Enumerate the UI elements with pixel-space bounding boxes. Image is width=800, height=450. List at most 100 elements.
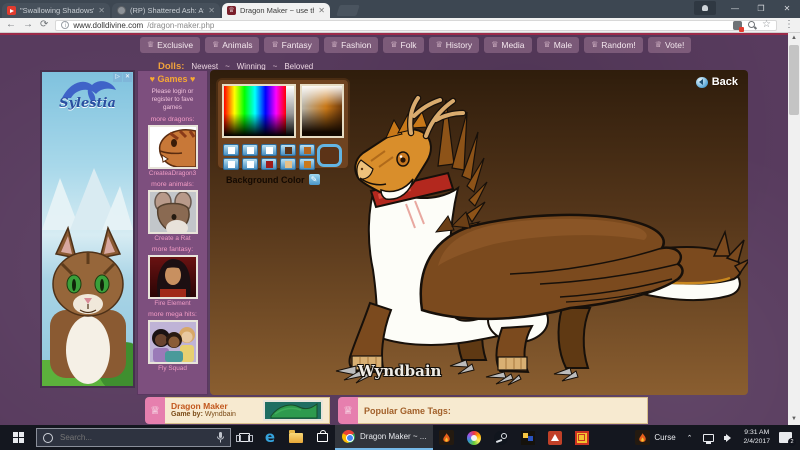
- swatch[interactable]: [299, 144, 315, 156]
- thumb-fire-element[interactable]: [148, 255, 198, 299]
- zoom-icon[interactable]: [748, 21, 756, 29]
- current-color-button[interactable]: [317, 144, 342, 167]
- swatch[interactable]: [242, 158, 258, 170]
- tab-dragon-maker[interactable]: ♕ Dragon Maker ~ use thi… ✕: [222, 3, 330, 18]
- steam-button[interactable]: [487, 425, 514, 450]
- speaker-icon[interactable]: [724, 433, 734, 443]
- pixel-game-button[interactable]: [514, 425, 541, 450]
- nav-item-random[interactable]: ♕Random!: [584, 37, 643, 53]
- search-input[interactable]: [58, 432, 212, 443]
- swatch[interactable]: [242, 144, 258, 156]
- minimize-button[interactable]: —: [722, 0, 748, 16]
- nav-item-fashion[interactable]: ♕Fashion: [324, 37, 378, 53]
- thumb-create-a-rat[interactable]: [148, 190, 198, 234]
- swatch[interactable]: [261, 144, 277, 156]
- chrome-active-task[interactable]: Dragon Maker ~ ...: [335, 425, 433, 450]
- restore-button[interactable]: ❐: [748, 0, 774, 16]
- page-scrollbar[interactable]: ▲ ▼: [788, 33, 800, 425]
- edit-color-icon[interactable]: ✎: [309, 174, 320, 185]
- swatch[interactable]: [223, 158, 239, 170]
- swatch[interactable]: [223, 144, 239, 156]
- edge-button[interactable]: e: [257, 425, 283, 450]
- task-view-button[interactable]: [231, 425, 257, 450]
- caption-fire-element[interactable]: Fire Element: [138, 300, 207, 307]
- address-bar[interactable]: i www.dolldivine.com /dragon-maker.php ☆: [55, 20, 777, 31]
- nav-item-exclusive[interactable]: ♕Exclusive: [140, 37, 200, 53]
- profile-avatar-button[interactable]: [694, 1, 716, 15]
- microphone-icon[interactable]: [217, 432, 224, 443]
- nav-item-animals[interactable]: ♕Animals: [205, 37, 259, 53]
- game-by-value[interactable]: Wyndbain: [205, 411, 236, 418]
- start-button[interactable]: [0, 425, 36, 450]
- lightness-strip[interactable]: [286, 86, 294, 136]
- caption-createadragon3[interactable]: CreateaDragon3: [138, 170, 207, 177]
- tab-title: "Swallowing Shadows" H…: [20, 6, 94, 15]
- sylestia-ad[interactable]: Sylestia: [40, 70, 135, 388]
- tab-forum[interactable]: (RP) Shattered Ash: After… ✕: [112, 3, 220, 18]
- page-info-icon[interactable]: i: [61, 21, 69, 29]
- crown-tab-icon: ♕: [338, 397, 358, 424]
- caption-create-a-rat[interactable]: Create a Rat: [138, 235, 207, 242]
- browser-menu-icon[interactable]: ⋮: [784, 20, 794, 30]
- thumb-createadragon3[interactable]: [148, 125, 198, 169]
- ad-close-icon[interactable]: ✕: [123, 73, 132, 82]
- tab-close-icon[interactable]: ✕: [318, 7, 325, 15]
- nav-item-folk[interactable]: ♕Folk: [383, 37, 423, 53]
- tab-youtube[interactable]: "Swallowing Shadows" H… ✕: [2, 3, 110, 18]
- reload-icon[interactable]: ⟳: [40, 20, 48, 30]
- action-center-icon[interactable]: 2: [779, 432, 792, 443]
- network-icon[interactable]: [703, 434, 714, 442]
- curse-tray-item[interactable]: Curse: [629, 425, 681, 450]
- back-nav-icon[interactable]: ←: [6, 20, 16, 30]
- file-explorer-button[interactable]: [283, 425, 309, 450]
- sketch-app-button[interactable]: [541, 425, 568, 450]
- close-window-button[interactable]: ✕: [774, 0, 800, 16]
- paint-app-button[interactable]: [460, 425, 487, 450]
- game-thumb[interactable]: [263, 400, 323, 421]
- link-more-animals[interactable]: more animals:: [138, 181, 207, 188]
- swatch[interactable]: [280, 158, 296, 170]
- nav-item-vote[interactable]: ♕Vote!: [648, 37, 692, 53]
- scroll-down-icon[interactable]: ▼: [788, 414, 800, 425]
- ad-cat-illustration: [42, 218, 133, 386]
- tray-overflow-icon[interactable]: ⌃: [682, 434, 698, 442]
- back-button[interactable]: Back: [696, 76, 738, 88]
- adchoices-icon[interactable]: ▷: [113, 73, 122, 82]
- scrollbar-thumb[interactable]: [789, 45, 799, 115]
- forum-icon: [117, 6, 126, 15]
- nav-item-fantasy[interactable]: ♕Fantasy: [264, 37, 318, 53]
- shade-picker[interactable]: [300, 84, 344, 138]
- nav-item-history[interactable]: ♕History: [429, 37, 480, 53]
- url-path: /dragon-maker.php: [147, 21, 214, 30]
- new-tab-button[interactable]: [336, 5, 360, 16]
- link-more-mega-hits[interactable]: more mega hits:: [138, 311, 207, 318]
- link-more-dragons[interactable]: more dragons:: [138, 116, 207, 123]
- tab-close-icon[interactable]: ✕: [98, 7, 105, 15]
- hue-picker[interactable]: [222, 84, 296, 138]
- game-title-link[interactable]: Dragon Maker: [171, 401, 236, 411]
- curse-app-button[interactable]: [433, 425, 460, 450]
- store-button[interactable]: [309, 425, 335, 450]
- link-more-fantasy[interactable]: more fantasy:: [138, 246, 207, 253]
- taskbar-clock[interactable]: 9:31 AM 2/4/2017: [739, 429, 775, 447]
- nav-item-media[interactable]: ♕Media: [484, 37, 531, 53]
- bookmark-star-icon[interactable]: ☆: [762, 20, 771, 30]
- hue-gradient[interactable]: [224, 86, 286, 136]
- extension-icon[interactable]: [733, 21, 742, 30]
- swatch[interactable]: [280, 144, 296, 156]
- edge-icon: e: [265, 430, 275, 445]
- scroll-up-icon[interactable]: ▲: [788, 33, 800, 44]
- yellow-app-button[interactable]: [568, 425, 595, 450]
- forward-nav-icon[interactable]: →: [23, 20, 33, 30]
- nav-item-male[interactable]: ♕Male: [537, 37, 580, 53]
- swatch[interactable]: [299, 158, 315, 170]
- taskbar-search[interactable]: [36, 428, 231, 447]
- site-navbar: ♕Exclusive ♕Animals ♕Fantasy ♕Fashion ♕F…: [140, 37, 691, 53]
- caption-fly-squad[interactable]: Fly Squad: [138, 365, 207, 372]
- background-color-row: Background Color ✎: [226, 174, 320, 185]
- swatch[interactable]: [261, 158, 277, 170]
- thumb-fly-squad[interactable]: [148, 320, 198, 364]
- tab-close-icon[interactable]: ✕: [208, 7, 215, 15]
- games-panel: ♥ Games ♥ Please login or register to fa…: [137, 70, 208, 395]
- dragon-maker-canvas[interactable]: Background Color ✎ Back Wyndbain: [210, 70, 748, 395]
